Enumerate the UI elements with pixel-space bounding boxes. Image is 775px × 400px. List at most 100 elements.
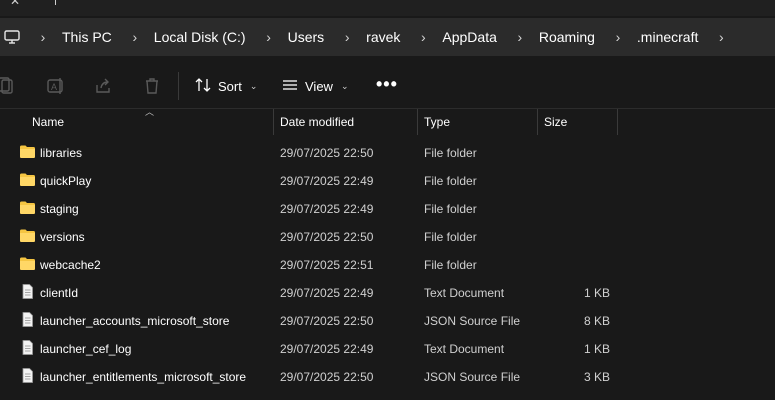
column-header-name[interactable]: Name [32,109,64,135]
column-divider[interactable] [617,109,618,135]
breadcrumb-item-this-pc[interactable]: › This PC [36,18,128,56]
view-icon [281,76,299,97]
file-date: 29/07/2025 22:49 [280,202,374,216]
sort-icon [194,76,212,97]
file-date: 29/07/2025 22:49 [280,174,374,188]
column-headers: ︿ Name Date modified Type Size [0,107,775,135]
breadcrumb-label[interactable]: .minecraft [637,29,698,45]
file-date: 29/07/2025 22:51 [280,258,374,272]
file-row[interactable]: quickPlay 29/07/2025 22:49 File folder [0,166,775,194]
file-name: webcache2 [40,258,101,272]
folder-icon [19,200,36,215]
file-row[interactable]: launcher_entitlements_microsoft_store 29… [0,362,775,390]
chevron-right-icon[interactable]: › [262,29,276,45]
file-date: 29/07/2025 22:49 [280,286,374,300]
chevron-right-icon[interactable]: › [611,29,625,45]
document-icon [19,340,36,355]
view-label: View [305,78,333,94]
sort-label: Sort [218,78,242,94]
file-date: 29/07/2025 22:49 [280,342,374,356]
file-name: launcher_cef_log [40,342,132,356]
file-type: File folder [424,174,477,188]
sort-button[interactable]: Sort ⌄ [194,72,257,100]
chevron-down-icon: ⌄ [249,80,258,91]
svg-text:A: A [51,82,57,92]
breadcrumb-label[interactable]: Users [288,29,325,45]
folder-icon [19,144,36,159]
chevron-right-icon[interactable]: › [416,29,430,45]
tab-strip: ✕ [0,0,775,16]
close-tab-icon[interactable]: ✕ [10,0,20,8]
folder-icon [19,256,36,271]
file-row[interactable]: launcher_cef_log 29/07/2025 22:49 Text D… [0,334,775,362]
file-size: 3 KB [583,370,610,384]
file-type: JSON Source File [424,314,521,328]
breadcrumb-label[interactable]: AppData [442,29,496,45]
file-type: Text Document [424,342,505,356]
file-row[interactable]: webcache2 29/07/2025 22:51 File folder [0,250,775,278]
copy-icon[interactable] [0,76,16,96]
file-row[interactable]: staging 29/07/2025 22:49 File folder [0,194,775,222]
file-name: launcher_accounts_microsoft_store [40,314,230,328]
breadcrumb-label[interactable]: Roaming [539,29,595,45]
file-size: 8 KB [583,314,610,328]
breadcrumb-label[interactable]: Local Disk (C:) [154,29,246,45]
file-type: File folder [424,146,477,160]
more-options-button[interactable]: ••• [376,74,398,95]
column-header-size[interactable]: Size [544,109,567,135]
sort-ascending-icon: ︿ [145,107,155,117]
this-pc-icon[interactable] [4,29,20,45]
column-divider[interactable] [537,109,538,135]
breadcrumb-item-users[interactable]: › Users [262,18,341,56]
view-button[interactable]: View ⌄ [281,72,349,100]
folder-icon [19,172,36,187]
column-divider[interactable] [417,109,418,135]
file-row[interactable]: versions 29/07/2025 22:50 File folder [0,222,775,250]
file-row[interactable]: launcher_accounts_microsoft_store 29/07/… [0,306,775,334]
file-date: 29/07/2025 22:50 [280,146,374,160]
breadcrumb-label[interactable]: ravek [366,29,400,45]
breadcrumb-item-minecraft[interactable]: › .minecraft [611,18,714,56]
file-name: clientId [40,286,79,300]
column-divider[interactable] [273,109,274,135]
chevron-down-icon: ⌄ [340,80,349,91]
file-row[interactable]: clientId 29/07/2025 22:49 Text Document … [0,278,775,306]
document-icon [19,368,36,383]
file-size: 1 KB [583,342,610,356]
file-type: Text Document [424,286,505,300]
document-icon [19,312,36,327]
folder-icon [19,228,36,243]
rename-icon[interactable]: A [46,76,66,96]
chevron-right-icon[interactable]: › [36,29,50,45]
share-icon[interactable] [94,76,114,96]
file-date: 29/07/2025 22:50 [280,314,374,328]
command-separator [178,72,179,100]
breadcrumb-item-appdata[interactable]: › AppData [416,18,512,56]
command-bar: A Sort ⌄ View ⌄ ••• [0,64,775,108]
breadcrumb-item-ravek[interactable]: › ravek [340,18,416,56]
breadcrumb-label[interactable]: This PC [62,29,112,45]
file-name: launcher_entitlements_microsoft_store [40,370,247,384]
column-header-date-modified[interactable]: Date modified [280,109,354,135]
file-type: File folder [424,258,477,272]
file-type: JSON Source File [424,370,521,384]
file-size: 1 KB [583,286,610,300]
chevron-right-icon[interactable]: › [340,29,354,45]
breadcrumb: › This PC › Local Disk (C:) › Users › ra… [36,18,728,56]
tab-divider [55,0,56,5]
file-row[interactable]: libraries 29/07/2025 22:50 File folder [0,138,775,166]
file-list: libraries 29/07/2025 22:50 File folder q… [0,138,775,390]
chevron-right-icon[interactable]: › [128,29,142,45]
file-name: libraries [40,146,83,160]
address-bar[interactable]: › This PC › Local Disk (C:) › Users › ra… [0,18,775,56]
file-type: File folder [424,230,477,244]
breadcrumb-item-local-disk[interactable]: › Local Disk (C:) [128,18,262,56]
delete-icon[interactable] [142,76,162,96]
file-name: quickPlay [40,174,92,188]
column-header-type[interactable]: Type [424,109,450,135]
breadcrumb-item-roaming[interactable]: › Roaming [513,18,611,56]
file-date: 29/07/2025 22:50 [280,230,374,244]
chevron-right-icon[interactable]: › [513,29,527,45]
chevron-right-icon[interactable]: › [714,29,728,45]
file-type: File folder [424,202,477,216]
